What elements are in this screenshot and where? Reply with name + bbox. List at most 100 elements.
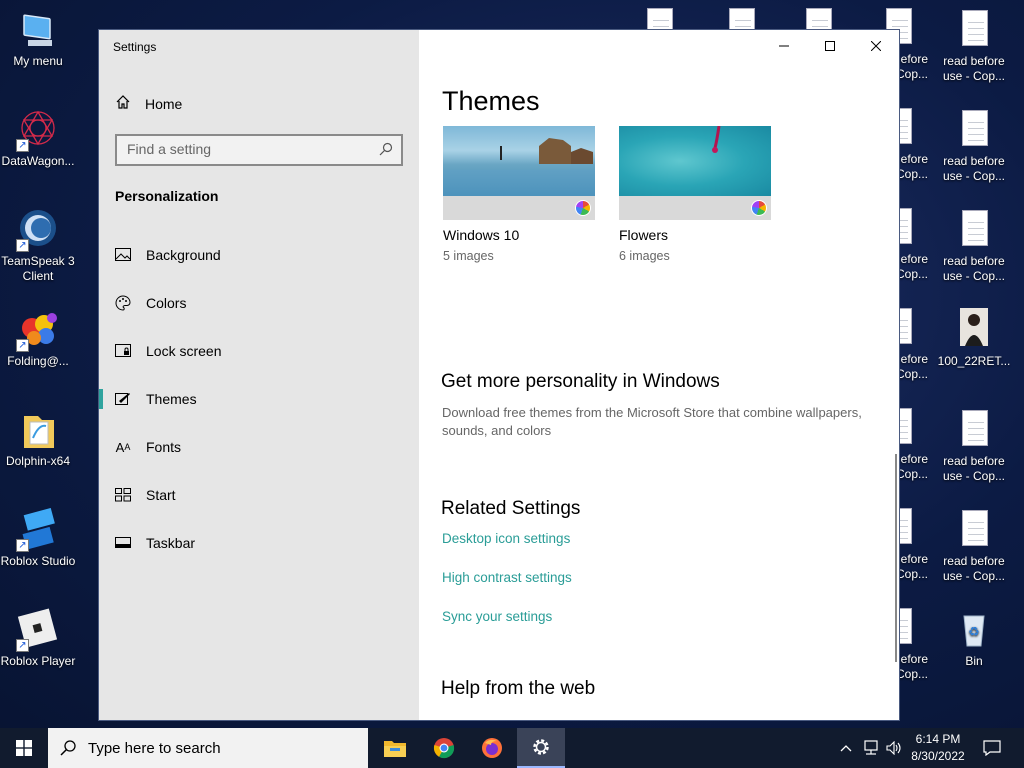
- recycle-bin-icon: ♻: [952, 608, 996, 652]
- notification-icon: [983, 740, 1001, 756]
- high-contrast-settings-link[interactable]: High contrast settings: [442, 570, 572, 585]
- personality-description: Download free themes from the Microsoft …: [442, 405, 862, 438]
- desktop-icon-roblox-studio[interactable]: ↗ Roblox Studio: [0, 507, 76, 569]
- sidebar-item-label: Taskbar: [146, 535, 196, 551]
- roblox-studio-icon: ↗: [16, 507, 60, 552]
- page-title: Themes: [442, 86, 540, 116]
- maximize-button[interactable]: [807, 30, 853, 62]
- chrome-icon: [433, 738, 455, 759]
- theme-image-count: 6 images: [619, 249, 670, 263]
- taskbar-clock[interactable]: 6:14 PM 8/30/2022: [902, 731, 974, 765]
- teamspeak-icon: ↗: [16, 208, 60, 252]
- document-icon: [962, 110, 988, 146]
- picture-icon: [115, 247, 131, 263]
- volume-icon: [886, 741, 901, 755]
- minimize-button[interactable]: [761, 30, 807, 62]
- network-button[interactable]: [860, 728, 882, 768]
- lock-screen-icon: [115, 343, 131, 359]
- theme-name: Windows 10: [443, 227, 520, 243]
- settings-sidebar: Settings Home Find a setting Personaliza…: [99, 30, 419, 720]
- theme-name: Flowers: [619, 227, 669, 243]
- desktop-icon-folding[interactable]: ↗ Folding@...: [0, 308, 76, 369]
- window-title: Settings: [113, 40, 157, 54]
- show-hidden-icons-button[interactable]: [838, 728, 854, 768]
- minimize-icon: [779, 45, 789, 47]
- sidebar-item-colors[interactable]: Colors: [99, 285, 419, 321]
- desktop-file[interactable]: read before use - Cop...: [936, 108, 1012, 184]
- theme-card-windows-10[interactable]: Windows 10 5 images: [443, 126, 595, 263]
- file-explorer-icon: [384, 741, 406, 757]
- start-icon: [115, 487, 131, 503]
- close-button[interactable]: [853, 30, 899, 62]
- volume-button[interactable]: [884, 728, 904, 768]
- desktop-icon-settings-link[interactable]: Desktop icon settings: [442, 531, 570, 546]
- desktop-file[interactable]: read before use - Cop...: [936, 208, 1012, 284]
- taskbar-search-placeholder: Type here to search: [88, 739, 221, 757]
- theme-preview-image: [619, 126, 771, 196]
- maximize-icon: [825, 41, 835, 51]
- desktop-icon-datawagon[interactable]: ↗ DataWagon...: [0, 108, 76, 169]
- related-settings-heading: Related Settings: [441, 498, 581, 519]
- taskbar-chrome[interactable]: [420, 728, 468, 768]
- sync-settings-link[interactable]: Sync your settings: [442, 609, 552, 624]
- shortcut-arrow-icon: ↗: [16, 139, 29, 152]
- desktop-file-photo[interactable]: 100_22RET...: [936, 308, 1012, 369]
- taskbar: Type here to search 6:14 PM 8/30/2022: [0, 728, 1024, 768]
- desktop-icon-recycle-bin[interactable]: ♻ Bin: [936, 608, 1012, 669]
- datawagon-icon: ↗: [16, 108, 60, 152]
- document-icon: [962, 510, 988, 546]
- taskbar-icon: [115, 535, 131, 551]
- clock-time: 6:14 PM: [915, 732, 961, 746]
- roblox-player-icon: ↗: [16, 608, 60, 652]
- find-setting-placeholder: Find a setting: [127, 141, 212, 157]
- taskbar-firefox[interactable]: [468, 728, 516, 768]
- start-button[interactable]: [0, 728, 48, 768]
- action-center-button[interactable]: [978, 728, 1006, 768]
- desktop-file[interactable]: read before use - Cop...: [936, 508, 1012, 584]
- desktop-file[interactable]: read before use - Cop...: [936, 408, 1012, 484]
- folder-icon: [16, 408, 60, 452]
- chevron-up-icon: [840, 745, 852, 752]
- sidebar-item-taskbar[interactable]: Taskbar: [99, 525, 419, 561]
- sidebar-item-lock-screen[interactable]: Lock screen: [99, 333, 419, 369]
- shortcut-arrow-icon: ↗: [16, 639, 29, 652]
- firefox-icon: [482, 738, 502, 758]
- theme-card-flowers[interactable]: Flowers 6 images: [619, 126, 771, 263]
- settings-gear-icon: [533, 739, 549, 755]
- shortcut-arrow-icon: ↗: [16, 339, 29, 352]
- desktop-icon-teamspeak[interactable]: ↗ TeamSpeak 3 Client: [0, 208, 76, 284]
- document-icon: [962, 10, 988, 46]
- taskbar-settings[interactable]: [517, 728, 565, 768]
- photo-icon: [952, 308, 996, 352]
- desktop-file[interactable]: read before use - Cop...: [936, 8, 1012, 84]
- sidebar-item-label: Start: [146, 487, 176, 503]
- desktop-icon-roblox-player[interactable]: ↗ Roblox Player: [0, 608, 76, 669]
- sidebar-item-label: Fonts: [146, 439, 182, 455]
- taskbar-file-explorer[interactable]: [371, 728, 419, 768]
- nav-home[interactable]: Home: [115, 94, 182, 113]
- close-icon: [871, 41, 881, 51]
- sidebar-item-background[interactable]: Background: [99, 237, 419, 273]
- find-setting-input[interactable]: Find a setting: [115, 134, 403, 166]
- sidebar-item-label: Lock screen: [146, 343, 222, 359]
- sidebar-item-start[interactable]: Start: [99, 477, 419, 513]
- desktop-icon-my-menu[interactable]: My menu: [0, 8, 76, 69]
- home-icon: [115, 94, 145, 113]
- desktop-icon-dolphin[interactable]: Dolphin-x64: [0, 408, 76, 469]
- section-title: Personalization: [115, 188, 219, 204]
- settings-main: Themes Windows 10 5 images Flowers 6 ima…: [419, 30, 899, 720]
- taskbar-search-box[interactable]: Type here to search: [48, 728, 368, 768]
- svg-text:♻: ♻: [968, 624, 980, 639]
- sidebar-item-label: Colors: [146, 295, 187, 311]
- clock-date: 8/30/2022: [911, 749, 965, 763]
- scrollbar[interactable]: [895, 454, 897, 662]
- sidebar-item-fonts[interactable]: AA Fonts: [99, 429, 419, 465]
- document-icon: [962, 410, 988, 446]
- sidebar-item-themes[interactable]: Themes: [99, 381, 419, 417]
- sidebar-item-label: Themes: [146, 391, 197, 407]
- theme-thumbnail: [619, 126, 771, 220]
- shortcut-arrow-icon: ↗: [16, 239, 29, 252]
- home-label: Home: [145, 95, 183, 112]
- help-heading: Help from the web: [441, 678, 596, 699]
- shortcut-arrow-icon: ↗: [16, 539, 29, 552]
